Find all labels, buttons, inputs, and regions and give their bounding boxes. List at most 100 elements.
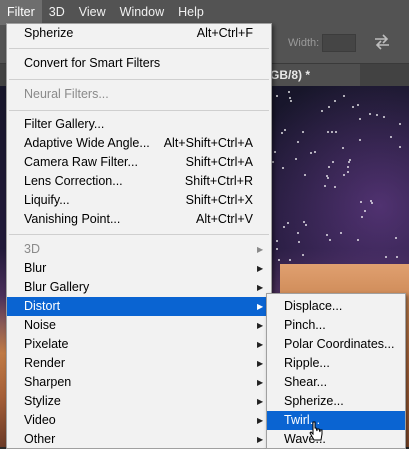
submenu-arrow-icon: ▶ <box>257 245 264 254</box>
canvas-star <box>284 129 286 131</box>
canvas-star <box>289 259 291 261</box>
menu-item-lens-correction[interactable]: Lens Correction... Shift+Ctrl+R <box>7 172 271 191</box>
canvas-star <box>278 259 280 261</box>
canvas-star <box>276 248 278 250</box>
filter-menu: Spherize Alt+Ctrl+F Convert for Smart Fi… <box>6 23 272 449</box>
canvas-star <box>274 151 276 153</box>
submenu-arrow-icon: ▶ <box>257 264 264 273</box>
submenu-arrow-icon: ▶ <box>257 340 264 349</box>
submenu-item-shear[interactable]: Shear... <box>267 373 405 392</box>
menu-filter[interactable]: Filter <box>0 0 42 25</box>
submenu-arrow-icon: ▶ <box>257 416 264 425</box>
canvas-star <box>332 161 334 163</box>
canvas-star <box>385 256 387 258</box>
menu-item-filter-gallery[interactable]: Filter Gallery... <box>7 115 271 134</box>
submenu-item-pinch[interactable]: Pinch... <box>267 316 405 335</box>
canvas-star <box>297 141 299 143</box>
submenu-arrow-icon: ▶ <box>257 321 264 330</box>
menu-separator <box>9 234 269 235</box>
canvas-star <box>327 131 329 133</box>
menu-item-pixelate[interactable]: Pixelate ▶ <box>7 335 271 354</box>
submenu-item-polar-coordinates[interactable]: Polar Coordinates... <box>267 335 405 354</box>
menu-item-shortcut: Alt+Shift+Ctrl+A <box>163 136 253 150</box>
canvas-star <box>302 254 304 256</box>
menu-window[interactable]: Window <box>113 0 171 25</box>
canvas-star <box>305 224 307 226</box>
menu-item-label: Adaptive Wide Angle... <box>24 136 150 150</box>
submenu-arrow-icon: ▶ <box>257 359 264 368</box>
document-tab[interactable]: GB/8) * <box>262 64 360 86</box>
menu-item-vanishing-point[interactable]: Vanishing Point... Alt+Ctrl+V <box>7 210 271 229</box>
submenu-item-ripple[interactable]: Ripple... <box>267 354 405 373</box>
canvas-star <box>303 221 305 223</box>
canvas-star <box>359 139 361 141</box>
menu-3d[interactable]: 3D <box>42 0 72 25</box>
submenu-item-displace[interactable]: Displace... <box>267 297 405 316</box>
menu-item-sharpen[interactable]: Sharpen ▶ <box>7 373 271 392</box>
canvas-star <box>326 175 328 177</box>
submenu-item-twirl[interactable]: Twirl... <box>267 411 405 430</box>
mouse-pointer-icon <box>309 421 323 441</box>
menu-item-label: Sharpen <box>24 375 72 389</box>
menu-item-label: Distort <box>24 299 61 313</box>
menu-separator <box>9 110 269 111</box>
canvas-star <box>298 241 300 243</box>
menu-item-liquify[interactable]: Liquify... Shift+Ctrl+X <box>7 191 271 210</box>
width-input[interactable] <box>322 34 356 52</box>
distort-submenu: Displace... Pinch... Polar Coordinates..… <box>266 293 406 449</box>
menu-item-camera-raw-filter[interactable]: Camera Raw Filter... Shift+Ctrl+A <box>7 153 271 172</box>
swap-arrows-icon[interactable] <box>372 33 392 51</box>
menu-item-label: Blur Gallery <box>24 280 90 294</box>
menu-item-distort[interactable]: Distort ▶ <box>7 297 271 316</box>
canvas-star <box>347 171 349 173</box>
menu-item-convert-smart-filters[interactable]: Convert for Smart Filters <box>7 54 271 73</box>
menu-help[interactable]: Help <box>171 0 211 25</box>
canvas-star <box>399 123 401 125</box>
menu-item-label: Convert for Smart Filters <box>24 56 161 70</box>
menu-item-adaptive-wide-angle[interactable]: Adaptive Wide Angle... Alt+Shift+Ctrl+A <box>7 134 271 153</box>
canvas-star <box>290 100 292 102</box>
canvas-star <box>304 174 306 176</box>
canvas-star <box>360 201 362 203</box>
canvas-star <box>342 147 344 149</box>
canvas-star <box>369 113 371 115</box>
menu-item-shortcut: Shift+Ctrl+R <box>184 174 253 188</box>
canvas-star <box>399 146 401 148</box>
menu-item-spherize-last[interactable]: Spherize Alt+Ctrl+F <box>7 24 271 43</box>
menu-item-render[interactable]: Render ▶ <box>7 354 271 373</box>
canvas-star <box>343 95 345 97</box>
menu-item-label: Blur <box>24 261 47 275</box>
submenu-item-label: Displace... <box>284 299 343 313</box>
menu-item-label: Noise <box>24 318 56 332</box>
canvas-star <box>390 136 392 138</box>
canvas-star <box>302 131 304 133</box>
submenu-item-label: Spherize... <box>284 394 344 408</box>
menu-item-blur[interactable]: Blur ▶ <box>7 259 271 278</box>
canvas-star <box>334 100 336 102</box>
menu-separator <box>9 79 269 80</box>
menu-item-label: Spherize <box>24 26 74 40</box>
menu-item-video[interactable]: Video ▶ <box>7 411 271 430</box>
canvas-star <box>349 159 351 161</box>
menu-item-stylize[interactable]: Stylize ▶ <box>7 392 271 411</box>
canvas-star <box>289 97 291 99</box>
canvas-star <box>361 216 363 218</box>
menu-view[interactable]: View <box>72 0 113 25</box>
submenu-item-spherize[interactable]: Spherize... <box>267 392 405 411</box>
canvas-star <box>276 95 278 97</box>
menu-item-label: Vanishing Point... <box>24 212 121 226</box>
canvas-star <box>327 177 329 179</box>
submenu-item-label: Pinch... <box>284 318 326 332</box>
canvas-star <box>371 202 373 204</box>
submenu-arrow-icon: ▶ <box>257 378 264 387</box>
submenu-arrow-icon: ▶ <box>257 435 264 444</box>
canvas-star <box>281 132 283 134</box>
menu-item-other[interactable]: Other ▶ <box>7 430 271 448</box>
menu-item-noise[interactable]: Noise ▶ <box>7 316 271 335</box>
canvas-star <box>395 237 397 239</box>
canvas-star <box>357 239 359 241</box>
menu-item-blur-gallery[interactable]: Blur Gallery ▶ <box>7 278 271 297</box>
submenu-item-wave[interactable]: Wave... <box>267 430 405 448</box>
canvas-star <box>282 167 284 169</box>
canvas-star <box>343 174 345 176</box>
